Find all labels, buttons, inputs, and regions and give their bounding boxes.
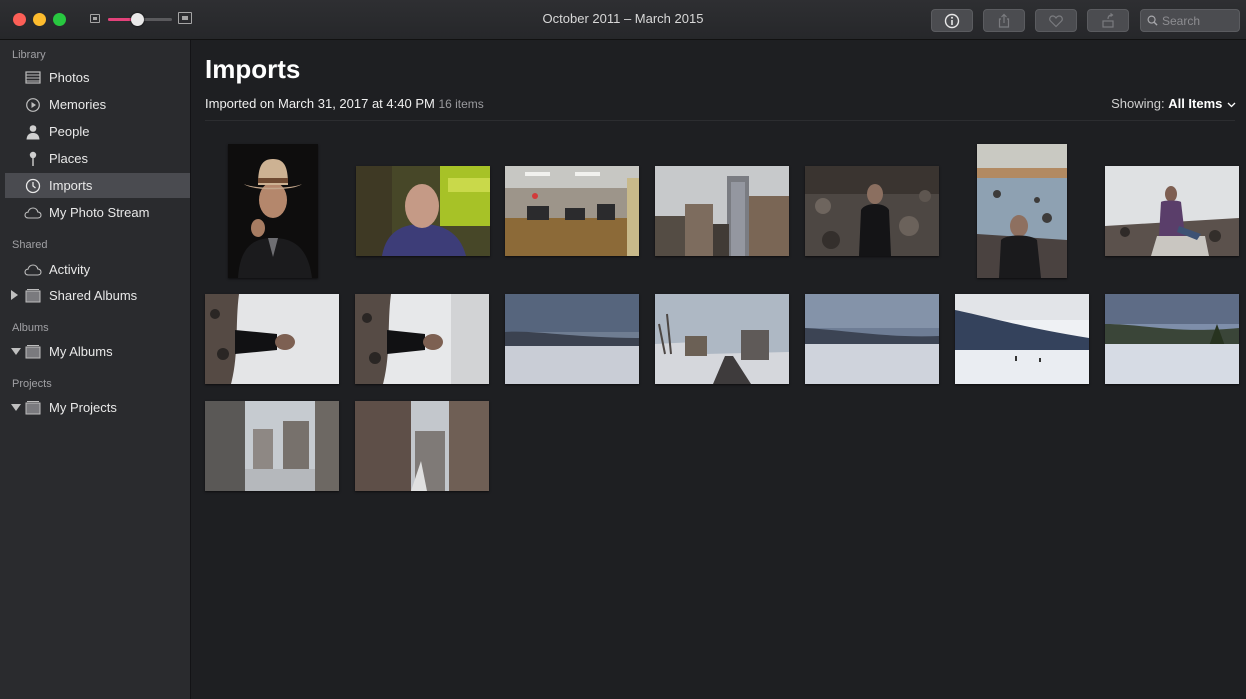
photo-thumbnail[interactable] [205,401,339,491]
import-date: March 31, 2017 at 4:40 PM [278,96,435,111]
sidebar-item-imports[interactable]: Imports [5,173,190,198]
sidebar-item-label: Photos [49,70,90,85]
sidebar-item-my-projects[interactable]: My Projects [5,395,190,420]
imports-icon [23,177,43,195]
sidebar-item-shared-albums[interactable]: Shared Albums [5,283,190,308]
photo-thumbnail[interactable] [805,294,939,384]
page-title: Imports [205,54,301,84]
album-icon [23,287,43,305]
photo-thumbnail[interactable] [655,166,789,256]
subtitle-prefix: Imported on [205,96,278,111]
sidebar-section-shared: Shared [12,239,48,251]
cloud-icon [23,261,43,279]
showing-filter-button[interactable]: Showing: All Items [1111,96,1236,111]
photo-image [505,294,639,384]
sidebar-section-library: Library [12,49,46,61]
sidebar: Library Photos Memories People Places Im… [0,40,191,699]
sidebar-item-label: My Photo Stream [49,205,150,220]
sidebar-item-label: Shared Albums [49,288,138,303]
search-input[interactable] [1162,13,1232,28]
photo-thumbnail[interactable] [228,144,318,278]
photo-thumbnail[interactable] [505,294,639,384]
sidebar-item-my-albums[interactable]: My Albums [5,339,190,364]
photo-image [205,294,339,384]
header-divider [205,120,1235,121]
sidebar-item-people[interactable]: People [5,119,190,144]
photo-thumbnail[interactable] [205,294,339,384]
info-button[interactable] [931,9,973,32]
sidebar-item-photos[interactable]: Photos [5,65,190,90]
photo-image [205,401,339,491]
memories-icon [23,96,43,114]
showing-value: All Items [1168,96,1223,111]
photo-thumbnail[interactable] [955,294,1089,384]
item-count: 16 items [438,97,484,111]
photo-thumbnail[interactable] [805,166,939,256]
photos-window: October 2011 – March 2015 Search Library… [0,0,1246,699]
disclosure-expanded-icon[interactable] [11,404,21,411]
rotate-icon [1102,12,1114,28]
photo-image [805,294,939,384]
sidebar-item-label: Memories [49,97,107,112]
sidebar-item-my-photo-stream[interactable]: My Photo Stream [5,200,190,225]
rotate-button[interactable] [1087,9,1129,32]
sidebar-item-places[interactable]: Places [5,146,190,171]
photo-thumbnail[interactable] [355,401,489,491]
photo-image [977,144,1067,278]
photo-image [355,294,489,384]
photo-image [655,294,789,384]
heart-icon [1049,14,1063,27]
photo-image [655,166,789,256]
photo-thumbnail[interactable] [356,166,490,256]
photo-image [805,166,939,256]
sidebar-item-label: People [49,124,90,139]
import-subtitle: Imported on March 31, 2017 at 4:40 PM 16… [205,96,484,111]
search-icon [1147,15,1158,26]
photo-thumbnail[interactable] [655,294,789,384]
sidebar-section-albums: Albums [12,322,49,334]
chevron-down-icon [1227,102,1236,108]
sidebar-item-label: Imports [49,178,93,193]
photo-image [356,166,490,256]
album-icon [23,399,43,417]
favorite-button[interactable] [1035,9,1077,32]
photo-image [228,144,318,278]
sidebar-item-label: My Projects [49,400,117,415]
photo-image [955,294,1089,384]
photo-image [1105,294,1239,384]
disclosure-expanded-icon[interactable] [11,348,21,355]
sidebar-item-label: My Albums [49,344,113,359]
search-field[interactable] [1140,9,1240,32]
people-icon [23,123,43,141]
share-icon [998,13,1010,28]
disclosure-collapsed-icon[interactable] [11,290,18,300]
main-content: Imports Imported on March 31, 2017 at 4:… [191,40,1246,699]
title-bar: October 2011 – March 2015 [0,0,1246,40]
places-icon [23,150,43,168]
photo-image [355,401,489,491]
photo-thumbnail[interactable] [505,166,639,256]
photos-icon [23,69,43,87]
sidebar-item-activity[interactable]: Activity [5,257,190,282]
photo-thumbnail[interactable] [355,294,489,384]
showing-label: Showing: [1111,96,1165,111]
sidebar-item-memories[interactable]: Memories [5,92,190,117]
photo-image [505,166,639,256]
photo-thumbnail[interactable] [977,144,1067,278]
album-icon [23,343,43,361]
sidebar-item-label: Places [49,151,89,166]
share-button[interactable] [983,9,1025,32]
info-icon [944,13,960,28]
cloud-icon [23,204,43,222]
sidebar-item-label: Activity [49,262,91,277]
photo-thumbnail[interactable] [1105,166,1239,256]
sidebar-section-projects: Projects [12,378,52,390]
photo-thumbnail[interactable] [1105,294,1239,384]
photo-image [1105,166,1239,256]
